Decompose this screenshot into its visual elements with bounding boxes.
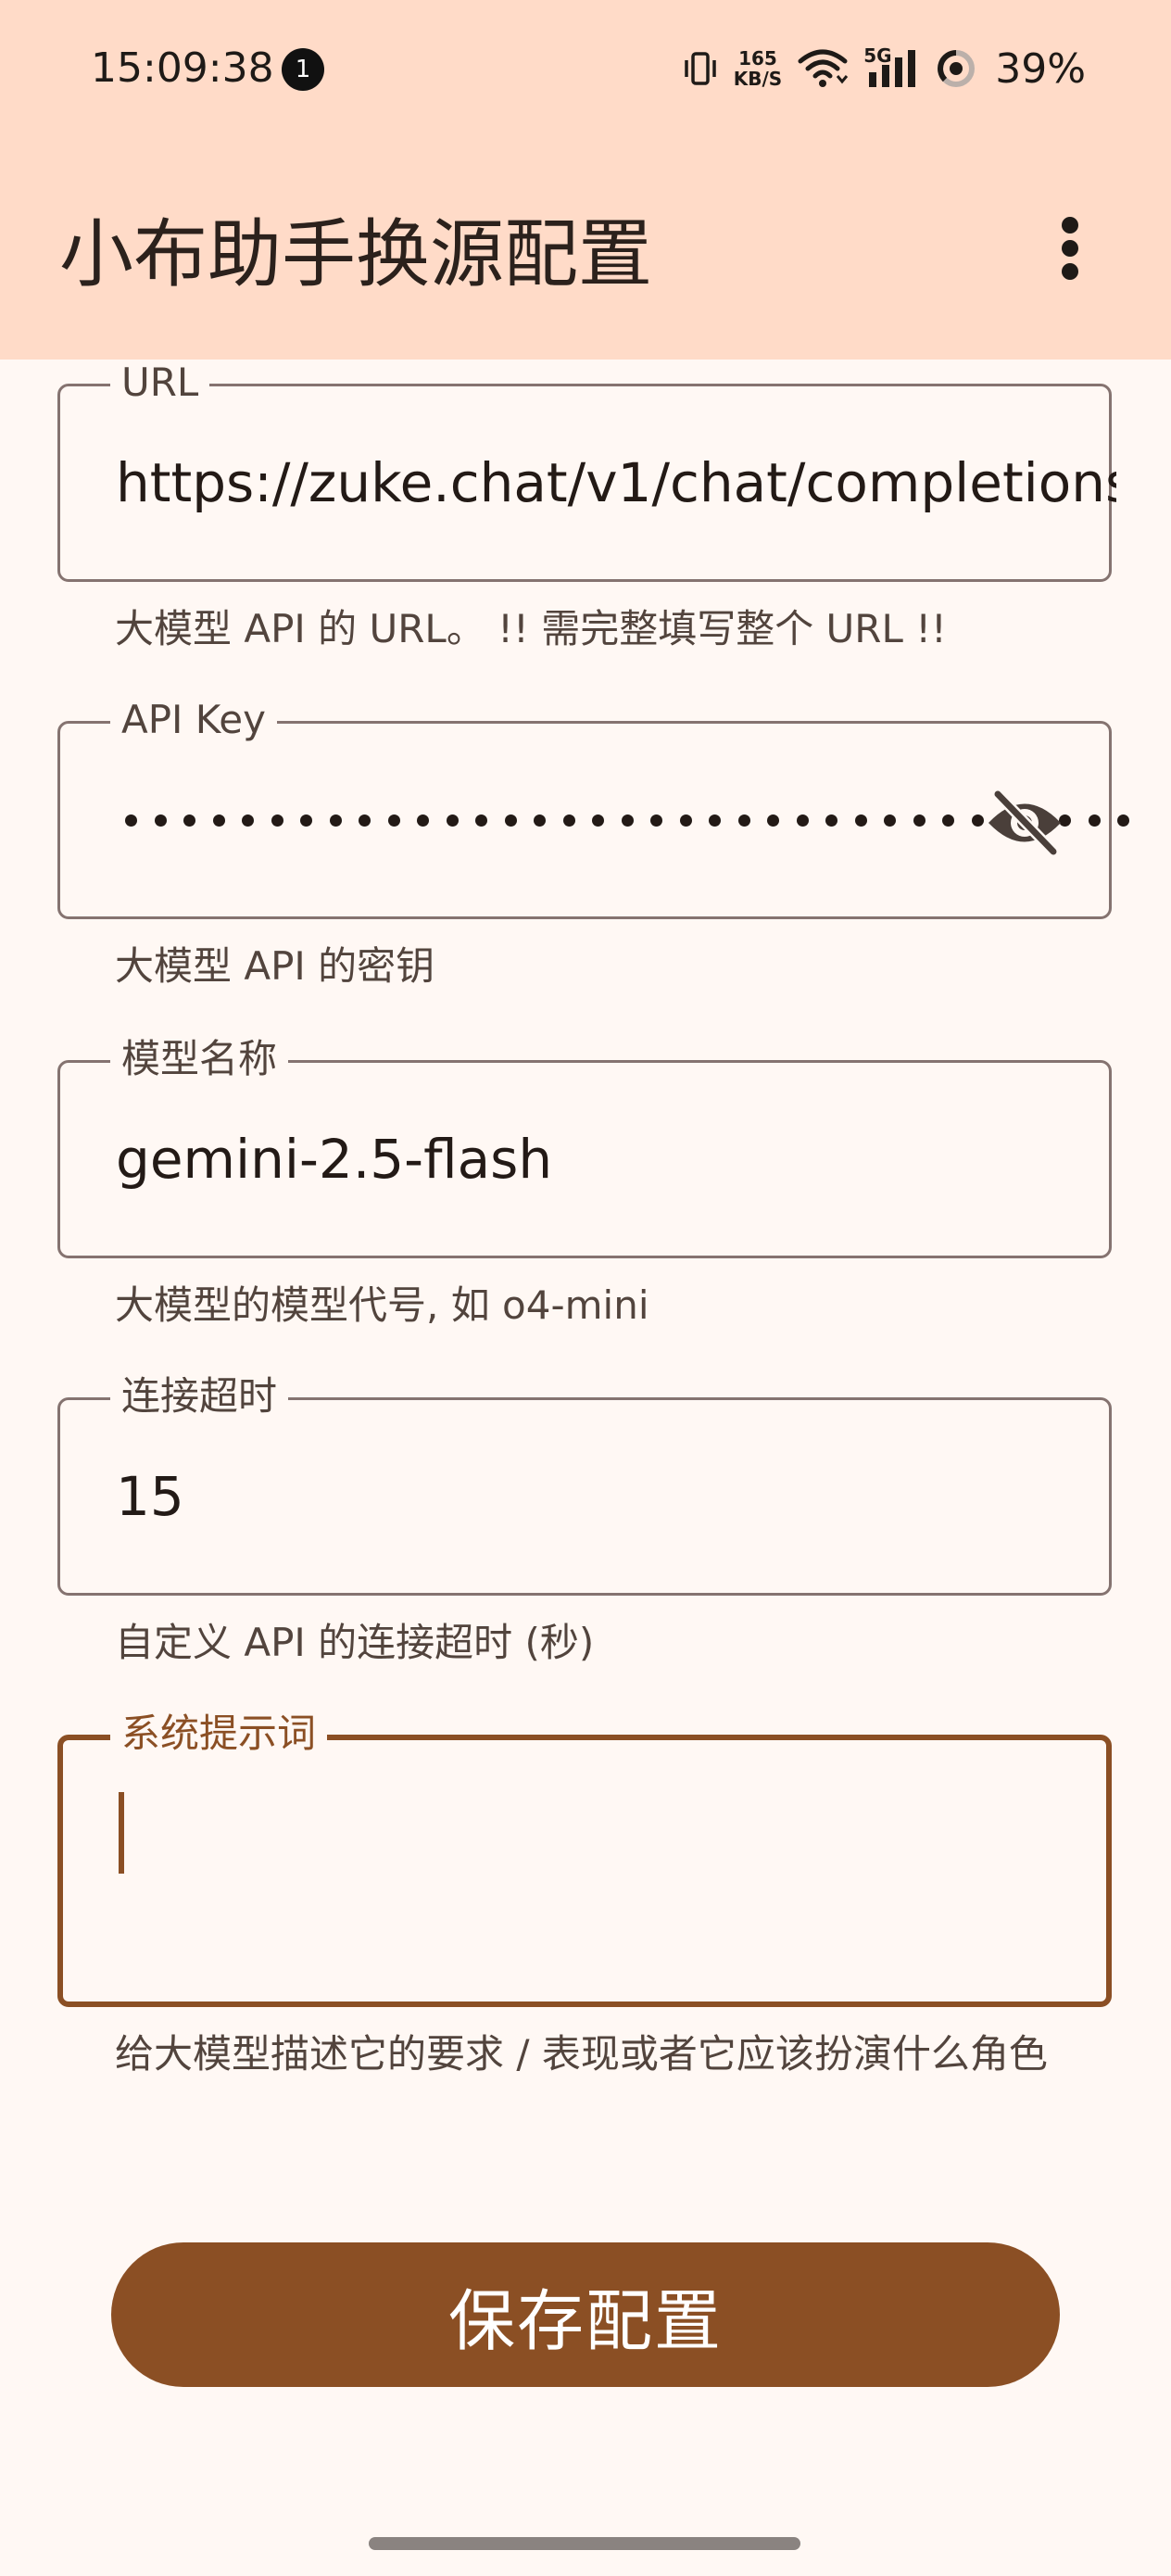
network-speed-value: 165 [738, 47, 777, 69]
page-title: 小布助手换源配置 [59, 211, 652, 297]
battery-ring-icon [938, 50, 976, 87]
more-vert-icon[interactable] [1047, 211, 1093, 285]
api-key-helper-text: 大模型 API 的密钥 [115, 943, 435, 989]
model-name-field[interactable]: 模型名称 gemini-2.5-flash [57, 1037, 1112, 1258]
url-input[interactable]: https://zuke.chat/v1/chat/completions [116, 386, 1116, 579]
battery-percent: 39% [995, 44, 1086, 93]
network-speed-unit: KB/S [733, 68, 783, 90]
cellular-signal: 5G [863, 44, 921, 89]
signal-bars-icon [869, 50, 916, 87]
url-helper-text: 大模型 API 的 URL。 !! 需完整填写整个 URL !! [115, 606, 947, 651]
system-prompt-field-label: 系统提示词 [110, 1711, 328, 1756]
visibility-off-icon[interactable] [983, 787, 1066, 859]
api-key-masked-value[interactable] [125, 724, 1129, 916]
model-name-helper-text: 大模型的模型代号, 如 o4-mini [115, 1282, 649, 1328]
vibrate-icon [685, 52, 716, 85]
notification-count-badge: 1 [282, 48, 324, 91]
api-key-field[interactable]: API Key [57, 698, 1129, 919]
system-prompt-helper-text: 给大模型描述它的要求 / 表现或者它应该扮演什么角色 [115, 2031, 1048, 2077]
wifi-icon [798, 49, 849, 87]
timeout-helper-text: 自定义 API 的连接超时 (秒) [115, 1620, 595, 1665]
url-field[interactable]: URL https://zuke.chat/v1/chat/completion… [57, 360, 1116, 582]
timeout-field[interactable]: 连接超时 15 [57, 1374, 1112, 1596]
network-speed: 165 KB/S [734, 48, 782, 89]
app-header: 15:09:38 1 165 KB/S 5G 39% 小布助手换源配置 [0, 0, 1171, 360]
status-bar: 15:09:38 1 165 KB/S 5G 39% [0, 0, 1171, 139]
home-indicator[interactable] [369, 2537, 800, 2550]
timeout-input[interactable]: 15 [116, 1400, 184, 1593]
status-time: 15:09:38 [91, 44, 274, 92]
system-prompt-field[interactable]: 系统提示词 [57, 1711, 1112, 2007]
save-config-button[interactable]: 保存配置 [111, 2242, 1060, 2387]
text-cursor [119, 1792, 124, 1874]
model-name-input[interactable]: gemini-2.5-flash [116, 1063, 552, 1256]
status-icons: 165 KB/S 5G 39% [682, 41, 1086, 96]
